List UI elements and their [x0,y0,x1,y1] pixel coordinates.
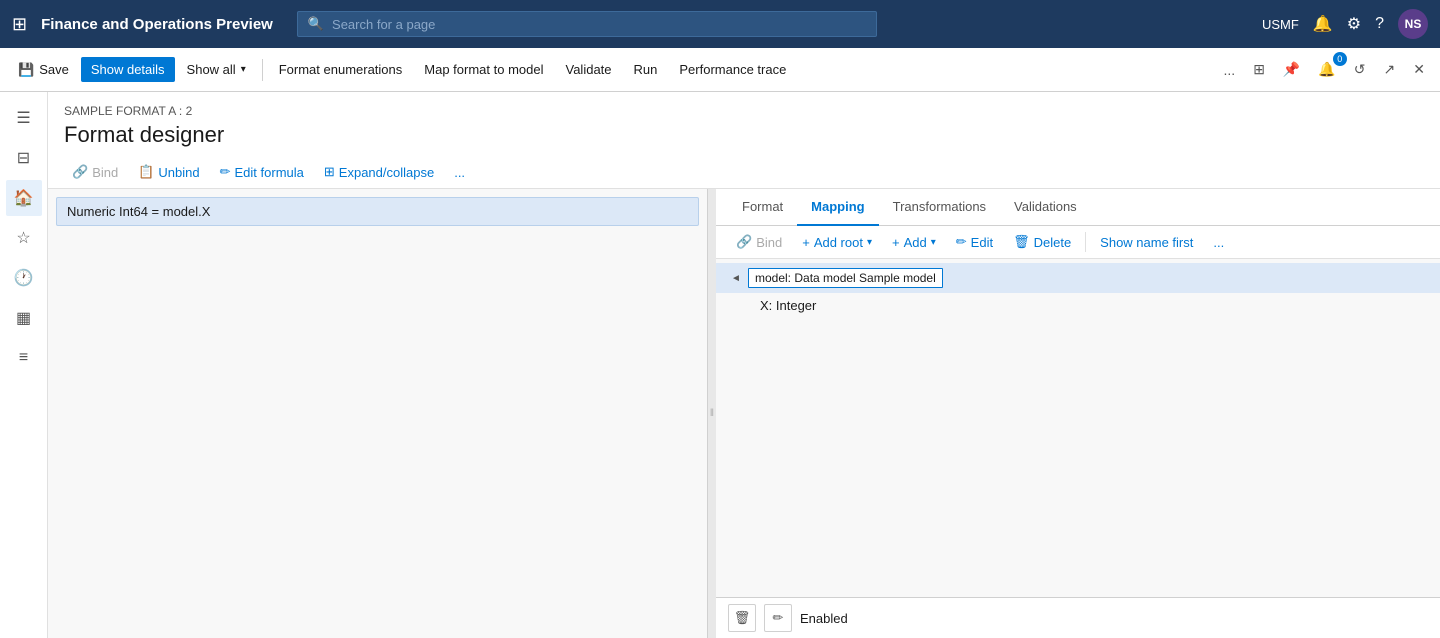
notification-badge[interactable]: 🔔 0 [1311,56,1342,83]
add-root-icon: + [802,235,810,250]
divider-handle[interactable]: ‖ [708,189,716,638]
mapping-more-button[interactable]: ... [1205,231,1232,254]
mapping-bind-button[interactable]: 🔗 Bind [728,230,790,254]
close-button[interactable]: ✕ [1406,56,1432,83]
show-details-button[interactable]: Show details [81,57,175,82]
user-region: USMF [1262,17,1299,32]
sidebar-home-icon[interactable]: 🏠 [6,180,42,216]
sidebar-star-icon[interactable]: ☆ [6,220,42,256]
open-new-button[interactable]: ↗ [1377,56,1403,83]
inner-more-button[interactable]: ... [446,161,473,184]
expand-collapse-button[interactable]: ⊞ Expand/collapse [316,160,442,184]
split-pane: Numeric Int64 = model.X ‖ Format Mapping… [48,189,1440,638]
format-row-text: Numeric Int64 = model.X [67,204,210,219]
show-all-dropdown-icon: ▾ [241,64,246,75]
save-button[interactable]: 💾 Save [8,57,79,83]
sidebar-workspace-icon[interactable]: ▦ [6,300,42,336]
bottom-bar: 🗑 ✏ Enabled [716,597,1440,638]
search-input[interactable] [332,17,866,32]
tree-node-child[interactable]: X: Integer [716,293,1440,318]
page-header: SAMPLE FORMAT A : 2 Format designer [48,92,1440,156]
right-pane: Format Mapping Transformations Validatio… [716,189,1440,638]
mapping-bind-icon: 🔗 [736,234,752,250]
more-button[interactable]: ... [1217,57,1243,83]
show-name-first-button[interactable]: Show name first [1092,231,1201,254]
help-icon[interactable]: ? [1375,15,1384,33]
bind-icon: 🔗 [72,164,88,180]
add-icon: + [892,235,900,250]
tab-format[interactable]: Format [728,189,797,226]
show-all-button[interactable]: Show all ▾ [177,57,256,82]
performance-trace-button[interactable]: Performance trace [669,57,796,82]
validate-button[interactable]: Validate [556,57,622,82]
top-nav: ⊞ Finance and Operations Preview 🔍 USMF … [0,0,1440,48]
delete-button[interactable]: 🗑 Delete [1005,230,1079,254]
sidebar-clock-icon[interactable]: 🕐 [6,260,42,296]
tree-expand-icon[interactable]: ◄ [728,270,744,286]
tab-transformations[interactable]: Transformations [879,189,1000,226]
toolbar-right: ... ⊞ 📌 🔔 0 ↺ ↗ ✕ [1217,56,1432,83]
status-text: Enabled [800,611,848,626]
puzzle-icon-button[interactable]: ⊞ [1246,56,1272,83]
edit-button[interactable]: ✏ Edit [948,230,1001,254]
settings-icon[interactable]: ⚙ [1347,14,1361,34]
tree-node-text-model: model: Data model Sample model [748,268,943,288]
delete-icon: 🗑 [1013,234,1030,250]
grid-icon[interactable]: ⊞ [12,14,27,35]
model-node-box: model: Data model Sample model [748,268,943,288]
sidebar-menu-icon[interactable]: ☰ [6,100,42,136]
tree-area: ◄ model: Data model Sample model X: Inte… [716,259,1440,597]
tab-validations[interactable]: Validations [1000,189,1091,226]
search-icon: 🔍 [308,16,324,32]
sidebar-filter-icon[interactable]: ⊟ [6,140,42,176]
unbind-button[interactable]: 📋 Unbind [130,160,207,184]
edit-formula-icon: ✏ [220,164,231,180]
app-title: Finance and Operations Preview [41,16,273,33]
main-layout: ☰ ⊟ 🏠 ☆ 🕐 ▦ ≡ SAMPLE FORMAT A : 2 Format… [0,92,1440,638]
tree-node-text-child: X: Integer [760,298,816,313]
format-enumerations-button[interactable]: Format enumerations [269,57,413,82]
add-root-dropdown-icon: ▾ [867,237,872,248]
mapping-toolbar: 🔗 Bind + Add root ▾ + Add ▾ ✏ [716,226,1440,259]
bind-button[interactable]: 🔗 Bind [64,160,126,184]
expand-collapse-icon: ⊞ [324,164,335,180]
content-area: SAMPLE FORMAT A : 2 Format designer 🔗 Bi… [48,92,1440,638]
add-button[interactable]: + Add ▾ [884,231,944,254]
page-title: Format designer [64,122,1424,148]
save-icon: 💾 [18,62,34,78]
bottom-delete-icon: 🗑 [734,610,751,626]
main-toolbar: 💾 Save Show details Show all ▾ Format en… [0,48,1440,92]
map-format-button[interactable]: Map format to model [414,57,553,82]
left-sidebar: ☰ ⊟ 🏠 ☆ 🕐 ▦ ≡ [0,92,48,638]
format-row[interactable]: Numeric Int64 = model.X [56,197,699,226]
add-root-button[interactable]: + Add root ▾ [794,231,880,254]
edit-icon: ✏ [956,234,967,250]
sidebar-list-icon[interactable]: ≡ [6,340,42,376]
tab-mapping[interactable]: Mapping [797,189,878,226]
nav-right-section: USMF 🔔 ⚙ ? NS [1262,9,1428,39]
refresh-button[interactable]: ↺ [1347,56,1373,83]
breadcrumb: SAMPLE FORMAT A : 2 [64,104,1424,118]
edit-formula-button[interactable]: ✏ Edit formula [212,160,312,184]
bottom-delete-button[interactable]: 🗑 [728,604,756,632]
divider-icon: ‖ [710,408,714,419]
unbind-icon: 📋 [138,164,154,180]
pin-icon-button[interactable]: 📌 [1276,56,1307,83]
tree-node-model[interactable]: ◄ model: Data model Sample model [716,263,1440,293]
add-dropdown-icon: ▾ [931,237,936,248]
avatar[interactable]: NS [1398,9,1428,39]
bottom-edit-icon: ✏ [773,610,784,626]
search-box[interactable]: 🔍 [297,11,877,37]
tabs-bar: Format Mapping Transformations Validatio… [716,189,1440,226]
bell-icon[interactable]: 🔔 [1313,14,1333,34]
bottom-edit-button[interactable]: ✏ [764,604,792,632]
left-pane: Numeric Int64 = model.X [48,189,708,638]
inner-toolbar: 🔗 Bind 📋 Unbind ✏ Edit formula ⊞ Expand/… [48,156,1440,189]
run-button[interactable]: Run [624,57,668,82]
map-separator [1085,232,1086,252]
toolbar-separator-1 [262,59,263,81]
